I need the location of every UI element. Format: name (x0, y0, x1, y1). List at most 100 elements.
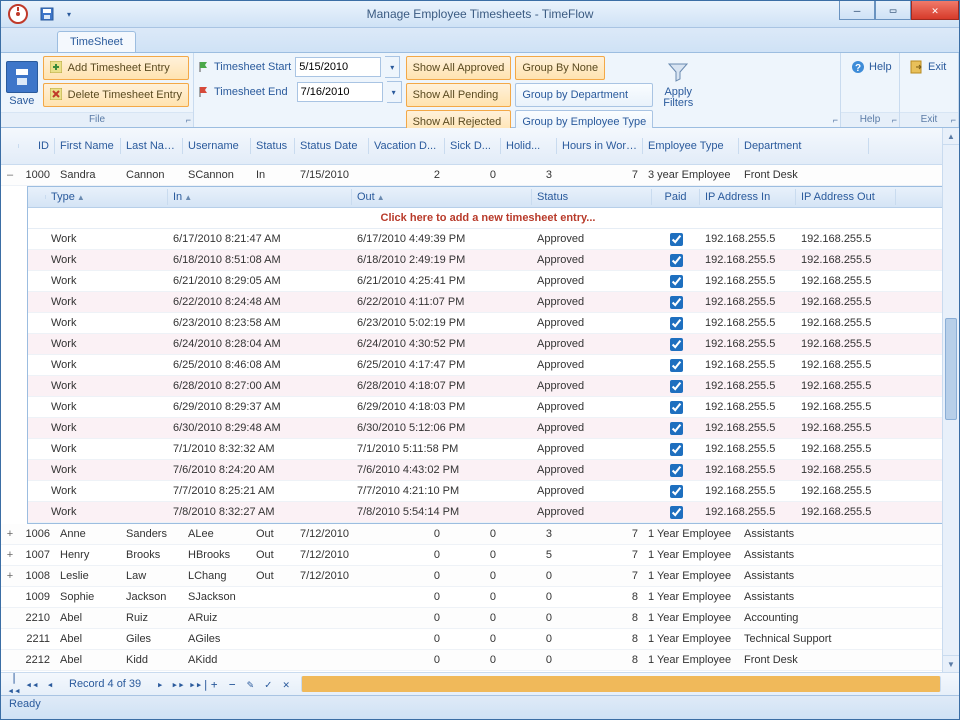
nav-first-button[interactable]: |◂◂ (7, 671, 21, 695)
filters-dialog-launcher[interactable]: ⌐ (833, 115, 838, 125)
table-row[interactable]: 2212AbelKiddAKidd00081 Year EmployeeFron… (1, 650, 959, 671)
add-entry-button[interactable]: Add Timesheet Entry (43, 56, 189, 80)
table-row[interactable]: +1008LeslieLawLChangOut7/12/201000071 Ye… (1, 566, 959, 587)
paid-checkbox[interactable] (670, 338, 683, 351)
close-button[interactable]: ✕ (911, 1, 959, 20)
nested-row[interactable]: Work 6/29/2010 8:29:37 AM 6/29/2010 4:18… (28, 397, 948, 418)
start-date-dropdown[interactable]: ▾ (385, 56, 400, 78)
show-approved-button[interactable]: Show All Approved (406, 56, 512, 80)
col-sick[interactable]: Sick D... (445, 138, 501, 154)
nested-row[interactable]: Work 6/28/2010 8:27:00 AM 6/28/2010 4:18… (28, 376, 948, 397)
tab-timesheet[interactable]: TimeSheet (57, 31, 136, 52)
ncol-out[interactable]: Out▲ (352, 189, 532, 205)
table-row[interactable]: –1000SandraCannonSCannonIn7/15/201020373… (1, 165, 959, 186)
nested-row[interactable]: Work 6/22/2010 8:24:48 AM 6/22/2010 4:11… (28, 292, 948, 313)
paid-checkbox[interactable] (670, 254, 683, 267)
expand-toggle[interactable]: + (1, 547, 19, 563)
nested-row[interactable]: Work 7/7/2010 8:25:21 AM 7/7/2010 4:21:1… (28, 481, 948, 502)
vertical-scrollbar[interactable]: ▲ ▼ (942, 128, 959, 672)
group-none-button[interactable]: Group By None (515, 56, 605, 80)
apply-filters-button[interactable]: Apply Filters (657, 56, 699, 112)
ncol-ip-out[interactable]: IP Address Out (796, 189, 896, 205)
expand-toggle[interactable]: – (1, 167, 19, 183)
expand-toggle[interactable] (1, 616, 19, 620)
nav-next-page-button[interactable]: ▸▸ (171, 678, 185, 691)
col-last-name[interactable]: Last Name (121, 138, 183, 154)
paid-checkbox[interactable] (670, 233, 683, 246)
table-row[interactable]: 2213AbigailMcgowanAMcgowan00081 Year Emp… (1, 671, 959, 672)
group-dept-button[interactable]: Group by Department (515, 83, 653, 107)
expand-toggle[interactable] (1, 658, 19, 662)
nested-row[interactable]: Work 6/25/2010 8:46:08 AM 6/25/2010 4:17… (28, 355, 948, 376)
show-pending-button[interactable]: Show All Pending (406, 83, 512, 107)
expand-toggle[interactable]: + (1, 568, 19, 584)
table-row[interactable]: +1006AnneSandersALeeOut7/12/201000371 Ye… (1, 524, 959, 545)
ncol-type[interactable]: Type▲ (46, 189, 168, 205)
exit-button[interactable]: Exit (904, 56, 952, 78)
minimize-button[interactable]: — (839, 1, 875, 20)
paid-checkbox[interactable] (670, 443, 683, 456)
ncol-paid[interactable]: Paid (652, 189, 700, 205)
expand-toggle[interactable] (1, 637, 19, 641)
paid-checkbox[interactable] (670, 317, 683, 330)
nav-next-button[interactable]: ▸ (153, 678, 167, 691)
nav-cancel-button[interactable]: ✕ (279, 678, 293, 691)
paid-checkbox[interactable] (670, 359, 683, 372)
table-row[interactable]: 1009SophieJacksonSJackson00081 Year Empl… (1, 587, 959, 608)
nav-add-button[interactable]: + (207, 678, 221, 691)
nav-prev-button[interactable]: ◂ (43, 678, 57, 691)
maximize-button[interactable]: ▭ (875, 1, 911, 20)
ncol-ip-in[interactable]: IP Address In (700, 189, 796, 205)
expand-toggle[interactable]: + (1, 526, 19, 542)
nav-remove-button[interactable]: − (225, 678, 239, 691)
nav-accept-button[interactable]: ✓ (261, 678, 275, 691)
app-icon[interactable] (5, 1, 31, 27)
qat-dropdown-icon[interactable]: ▾ (59, 4, 79, 24)
paid-checkbox[interactable] (670, 380, 683, 393)
timesheet-start-input[interactable] (295, 57, 381, 77)
ncol-status[interactable]: Status (532, 189, 652, 205)
nested-row[interactable]: Work 7/1/2010 8:32:32 AM 7/1/2010 5:11:5… (28, 439, 948, 460)
paid-checkbox[interactable] (670, 275, 683, 288)
paid-checkbox[interactable] (670, 422, 683, 435)
new-entry-row[interactable]: Click here to add a new timesheet entry.… (28, 208, 948, 229)
col-department[interactable]: Department (739, 138, 869, 154)
nav-prev-page-button[interactable]: ◂◂ (25, 678, 39, 691)
nested-row[interactable]: Work 7/8/2010 8:32:27 AM 7/8/2010 5:54:1… (28, 502, 948, 523)
paid-checkbox[interactable] (670, 464, 683, 477)
ncol-in[interactable]: In▲ (168, 189, 352, 205)
save-button[interactable]: Save (5, 56, 39, 112)
paid-checkbox[interactable] (670, 506, 683, 519)
nested-row[interactable]: Work 6/23/2010 8:23:58 AM 6/23/2010 5:02… (28, 313, 948, 334)
col-username[interactable]: Username (183, 138, 251, 154)
nested-row[interactable]: Work 6/17/2010 8:21:47 AM 6/17/2010 4:49… (28, 229, 948, 250)
help-dialog-launcher[interactable]: ⌐ (892, 115, 897, 125)
col-status-date[interactable]: Status Date (295, 138, 369, 154)
col-vacation[interactable]: Vacation D... (369, 138, 445, 154)
paid-checkbox[interactable] (670, 485, 683, 498)
nested-row[interactable]: Work 7/6/2010 8:24:20 AM 7/6/2010 4:43:0… (28, 460, 948, 481)
col-employee-type[interactable]: Employee Type (643, 138, 739, 154)
qat-save-icon[interactable] (37, 4, 57, 24)
col-holiday[interactable]: Holid... (501, 138, 557, 154)
horizontal-scrollbar[interactable] (301, 676, 941, 692)
table-row[interactable]: +1007HenryBrooksHBrooksOut7/12/201000571… (1, 545, 959, 566)
nested-row[interactable]: Work 6/21/2010 8:29:05 AM 6/21/2010 4:25… (28, 271, 948, 292)
scroll-down-arrow-icon[interactable]: ▼ (943, 655, 959, 672)
help-button[interactable]: ? Help (845, 56, 898, 78)
col-id[interactable]: ID (19, 138, 55, 154)
paid-checkbox[interactable] (670, 296, 683, 309)
scroll-up-arrow-icon[interactable]: ▲ (943, 128, 959, 145)
timesheet-end-input[interactable] (297, 82, 383, 102)
col-hours[interactable]: Hours in Work... (557, 138, 643, 154)
paid-checkbox[interactable] (670, 401, 683, 414)
exit-dialog-launcher[interactable]: ⌐ (951, 115, 956, 125)
file-dialog-launcher[interactable]: ⌐ (186, 115, 191, 125)
nested-row[interactable]: Work 6/24/2010 8:28:04 AM 6/24/2010 4:30… (28, 334, 948, 355)
nav-last-button[interactable]: ▸▸| (189, 678, 203, 691)
table-row[interactable]: 2211AbelGilesAGiles00081 Year EmployeeTe… (1, 629, 959, 650)
table-row[interactable]: 2210AbelRuizARuiz00081 Year EmployeeAcco… (1, 608, 959, 629)
scroll-thumb[interactable] (945, 318, 957, 420)
expand-toggle[interactable] (1, 595, 19, 599)
nested-row[interactable]: Work 6/18/2010 8:51:08 AM 6/18/2010 2:49… (28, 250, 948, 271)
